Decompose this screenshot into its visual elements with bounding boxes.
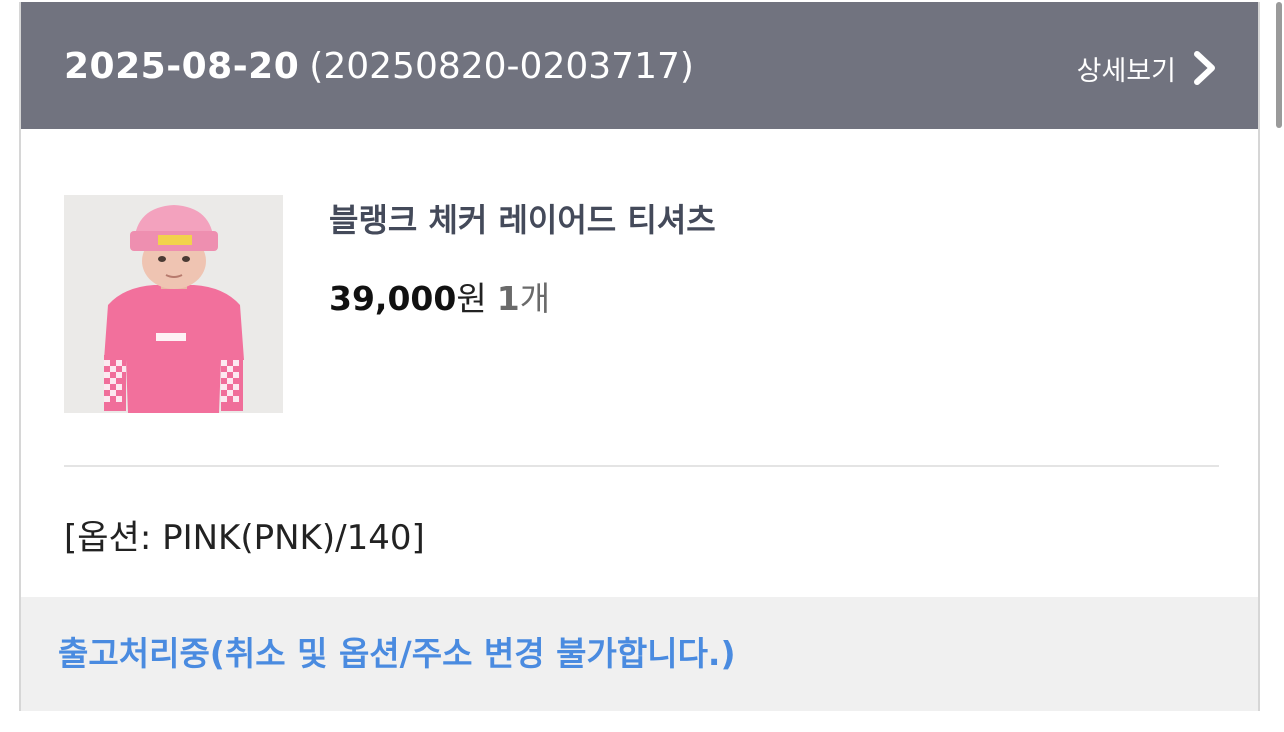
- order-header: 2025-08-20 (20250820-0203717) 상세보기: [21, 2, 1258, 129]
- view-details-label: 상세보기: [1076, 55, 1176, 87]
- product-quantity: 1: [496, 279, 520, 318]
- view-details-link[interactable]: 상세보기: [1077, 46, 1218, 90]
- shipping-status: 출고처리중(취소 및 옵션/주소 변경 불가합니다.): [58, 634, 736, 673]
- quantity-unit: 개: [519, 279, 551, 318]
- status-bar: 출고처리중(취소 및 옵션/주소 변경 불가합니다.): [21, 597, 1258, 711]
- order-title: 2025-08-20 (20250820-0203717): [64, 42, 694, 92]
- product-photo-icon: [64, 195, 283, 413]
- chevron-right-icon: [1194, 51, 1215, 85]
- product-price: 39,000: [329, 279, 457, 318]
- order-date: 2025-08-20: [64, 46, 300, 87]
- section-divider: [64, 465, 1219, 467]
- product-name[interactable]: 블랭크 체커 레이어드 티셔츠: [329, 195, 716, 241]
- product-price-row: 39,000원 1개: [329, 272, 550, 320]
- product-image[interactable]: [64, 195, 283, 413]
- scrollbar[interactable]: [1276, 2, 1282, 128]
- product-option: [옵션: PINK(PNK)/140]: [64, 518, 425, 558]
- order-number: (20250820-0203717): [309, 46, 694, 87]
- price-unit: 원: [456, 279, 487, 318]
- order-card: 2025-08-20 (20250820-0203717) 상세보기 블랭크 체…: [19, 2, 1260, 711]
